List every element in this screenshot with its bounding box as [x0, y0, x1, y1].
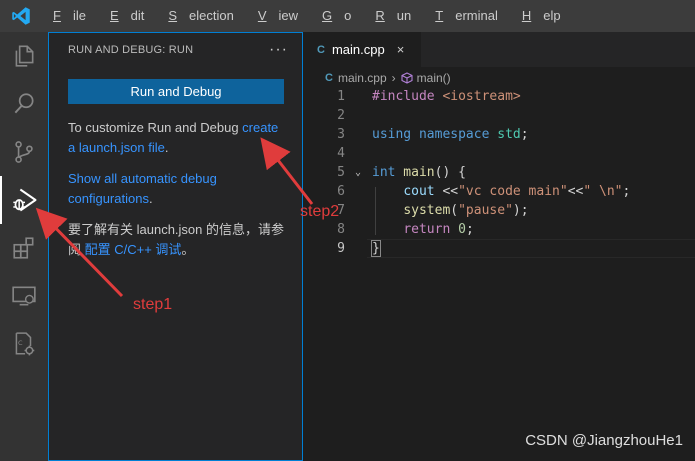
activity-remote-explorer[interactable]: [0, 272, 48, 320]
step2-label: step2: [300, 203, 340, 220]
breadcrumb-file[interactable]: main.cpp: [338, 71, 387, 85]
run-debug-sidebar: RUN AND DEBUG: RUN ··· Run and Debug To …: [48, 32, 303, 461]
tab-label: main.cpp: [331, 42, 385, 57]
run-and-debug-button[interactable]: Run and Debug: [68, 79, 284, 104]
activity-run-debug[interactable]: [0, 176, 48, 224]
chevron-right-icon: ›: [391, 71, 396, 85]
tab-main-cpp[interactable]: C main.cpp ×: [303, 32, 421, 67]
files-icon: [15, 45, 34, 67]
search-icon: [14, 93, 34, 114]
menu-file-rest: ile: [72, 8, 86, 23]
activity-extensions[interactable]: [0, 224, 48, 272]
customize-text: To customize Run and Debug create a laun…: [68, 120, 279, 155]
activity-source-control[interactable]: [0, 128, 48, 176]
tab-bar: C main.cpp ×: [303, 32, 695, 67]
code-line-1: 1 #include <iostream>: [337, 89, 521, 104]
code-line-2: 2: [337, 108, 345, 123]
breadcrumb-symbol[interactable]: main(): [417, 71, 451, 85]
code-line-6: 6 cout <<"vc code main"<<" \n";: [337, 184, 631, 199]
watermark: CSDN @JiangzhouHe1: [525, 432, 683, 449]
editor-area: C main.cpp × C main.cpp › main() 1 #incl…: [303, 32, 695, 461]
code-line-8: 8 return 0;: [337, 222, 474, 237]
activity-explorer[interactable]: [0, 32, 48, 80]
code-line-7: 7 system("pause");: [337, 203, 529, 218]
source-control-icon: [15, 141, 33, 163]
activity-search[interactable]: [0, 80, 48, 128]
code-line-5: 5 ⌄ int main() {: [337, 163, 466, 182]
svg-text:C: C: [18, 339, 23, 347]
vscode-logo-icon: [12, 7, 30, 25]
step1-label: step1: [133, 296, 173, 313]
menu-go[interactable]: Go: [310, 0, 363, 32]
code-line-3: 3 using namespace std;: [337, 127, 529, 142]
extensions-icon: [13, 237, 34, 259]
show-configurations-text: Show all automatic debug configurations.: [68, 171, 217, 206]
code-line-9: 9 }: [337, 240, 381, 257]
cpp-file-icon: C: [317, 43, 325, 56]
show-debug-configurations-link[interactable]: Show all automatic debug configurations: [68, 171, 217, 206]
cn-launch-info-text: 要了解有关 launch.json 的信息，请参阅 配置 C/C++ 调试。: [68, 222, 284, 257]
sidebar-header: RUN AND DEBUG: RUN ···: [49, 33, 302, 67]
activity-cpp-settings[interactable]: C: [0, 320, 48, 368]
run-debug-icon: [13, 188, 37, 212]
cpp-settings-icon: C: [15, 332, 35, 356]
more-actions-icon[interactable]: ···: [269, 41, 288, 59]
method-cube-icon: [401, 72, 413, 84]
menu-edit[interactable]: Edit: [98, 0, 156, 32]
activity-bar: C: [0, 32, 48, 461]
menu-terminal[interactable]: Terminal: [423, 0, 510, 32]
remote-explorer-icon: [12, 286, 36, 306]
configure-cpp-debug-link[interactable]: 配置 C/C++ 调试: [85, 242, 182, 257]
cpp-file-icon: C: [325, 72, 333, 84]
menu-view[interactable]: View: [246, 0, 310, 32]
breadcrumb: C main.cpp › main(): [303, 67, 695, 89]
menu-selection[interactable]: Selection: [156, 0, 245, 32]
code-line-4: 4: [337, 146, 345, 161]
menu-bar: File Edit Selection View Go Run Terminal…: [41, 0, 573, 32]
menu-file[interactable]: File: [41, 0, 98, 32]
menu-run[interactable]: Run: [363, 0, 423, 32]
menu-help[interactable]: Help: [510, 0, 573, 32]
close-icon[interactable]: ×: [397, 42, 405, 57]
fold-chevron-icon[interactable]: ⌄: [355, 163, 361, 182]
title-bar: File Edit Selection View Go Run Terminal…: [0, 0, 695, 32]
sidebar-title: RUN AND DEBUG: RUN: [68, 44, 194, 56]
